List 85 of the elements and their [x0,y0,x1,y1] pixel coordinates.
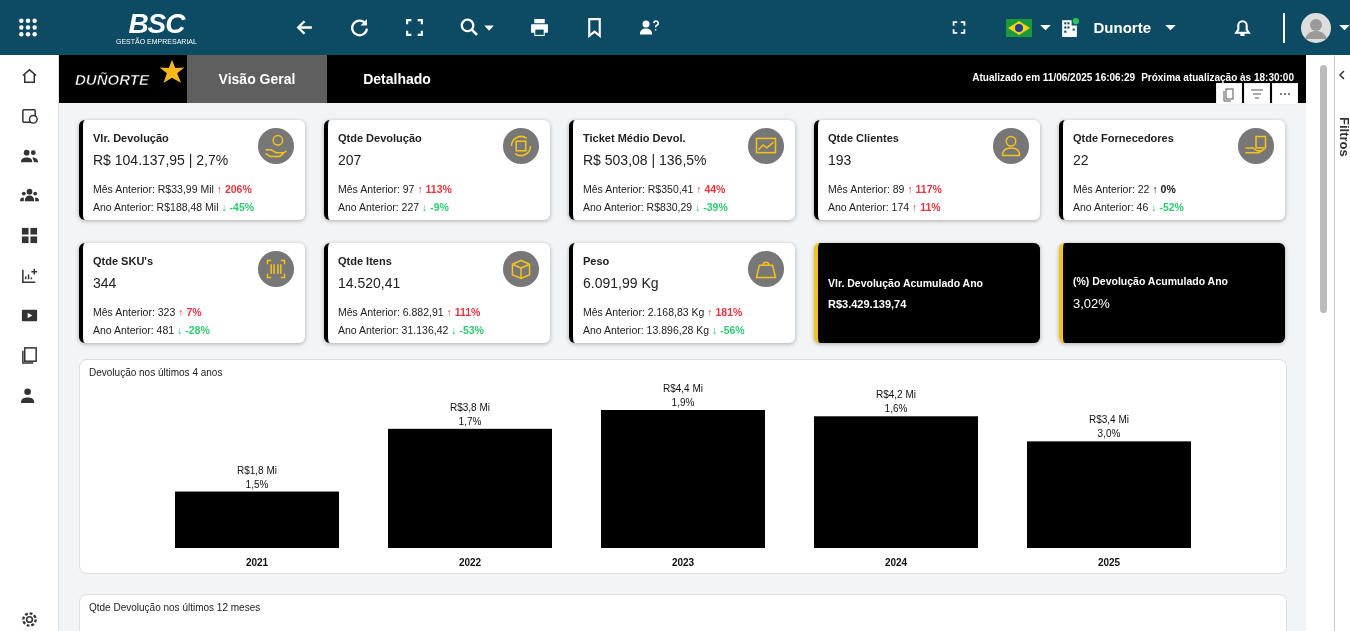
card-value: R$ 503,08 | 136,5% [583,152,707,168]
book-icon[interactable] [19,346,39,365]
card-value: 193 [828,152,853,168]
comparison-text: Ano Anterior: 31.136,42 ↓ -53% [338,324,485,336]
person-icon [992,127,1030,165]
comparison-text: Mês Anterior: 323 ↑ 7% [93,306,203,318]
card-value: 14.520,41 [338,275,401,291]
comparison-text: Ano Anterior: 174 ↑ 11% [828,201,942,213]
card-title: Peso [583,255,611,267]
bar-percent-label: 3,0% [1097,428,1121,440]
chart-plus-icon[interactable] [19,266,39,285]
card-title: Qtde Fornecedores [1073,132,1174,144]
bar-percent-label: 1,9% [671,397,695,408]
calendar-clock-icon[interactable] [19,106,39,125]
card-title: Vlr. Devolução Acumulado Ano [828,276,984,289]
comparison-text: Mês Anterior: 97 ↑ 113% [338,183,453,195]
bar-value-label: R$1,8 Mi [237,464,277,476]
bar-percent-label: 1,7% [458,415,482,427]
barcode-icon [257,250,295,288]
card-title: Qtde Clientes [828,132,899,144]
filters-label[interactable]: Filtros [1337,117,1350,157]
brazil-flag-icon[interactable] [1005,18,1032,37]
brand-logo: DUÑORTE [59,55,187,103]
card-title: Qtde Itens [338,255,393,267]
comparison-text: Mês Anterior: 2.168,83 Kg ↑ 181% [583,306,744,318]
settings-icon[interactable] [19,610,39,629]
bar-value-label: R$3,8 Mi [450,401,490,413]
box-icon [502,250,540,288]
card-value: 207 [338,152,363,168]
print-icon[interactable] [528,17,550,38]
comparison-text: Ano Anterior: R$188,48 Mil ↓ -45% [93,201,256,213]
notification-bell-icon[interactable] [1232,17,1253,38]
card-title: Ticket Médio Devol. [583,132,687,144]
comparison-text: Mês Anterior: 22 ↑ 0% [1073,183,1177,195]
card-title: (%) Devolução Acumulado Ano [1073,275,1229,287]
money-hand-icon [257,127,295,165]
company-selector[interactable]: Dunorte [1087,19,1157,36]
comparison-text: Mês Anterior: 6.882,91 ↑ 111% [338,306,482,318]
comparison-text: Ano Anterior: 481 ↓ -28% [93,324,211,336]
chevron-icon[interactable] [1338,70,1346,80]
scrollbar-thumb[interactable] [1320,65,1327,313]
refresh-icon[interactable] [348,17,370,38]
bar-value-label: R$3,4 Mi [1089,414,1129,426]
card-value: 22 [1073,152,1090,168]
card-value: 6.091,99 Kg [583,275,659,291]
caret-icon[interactable] [1165,24,1176,31]
comparison-text: Mês Anterior: 89 ↑ 117% [828,183,943,195]
fullscreen-icon[interactable] [403,17,425,38]
card-title: Qtde SKU's [93,255,154,267]
user-avatar-icon[interactable] [1283,12,1331,43]
card-title: Qtde Devolução [338,132,422,144]
caret-icon[interactable] [1039,24,1051,31]
bar-percent-label: 1,6% [884,403,908,415]
last-updated-text: Atualizado em 11/06/2025 16:06:29 [972,71,1136,83]
comparison-text: Ano Anterior: 227 ↓ -9% [338,201,450,213]
card-value: R$ 104.137,95 | 2,7% [93,152,229,168]
x-axis-label: 2025 [1097,557,1121,568]
bar-percent-label: 1,5% [245,478,269,490]
card-value: 344 [93,275,118,291]
x-axis-label: 2024 [884,557,908,568]
comparison-text: Mês Anterior: R$33,99 Mil ↑ 206% [93,183,253,195]
chart-title: Qtde Devolução nos últimos 12 meses [88,601,262,613]
ticket-chart-icon [747,127,785,165]
report-tab[interactable]: Visão Geral [187,55,327,103]
search-icon[interactable] [458,17,495,38]
card-title: Vlr. Devolução [93,132,170,144]
weight-icon [747,250,785,288]
comparison-text: Ano Anterior: 46 ↓ -52% [1073,201,1185,213]
x-axis-label: 2022 [458,557,482,568]
bar-value-label: R$4,4 Mi [663,383,703,394]
chart-title: Devolução nos últimos 4 anos [88,366,224,378]
card-value: 3,02% [1073,296,1111,311]
caret-icon[interactable] [1339,24,1350,31]
next-update-text: Próxima atualização às 18:30:00 [1141,71,1294,83]
dashboard-icon[interactable] [19,226,39,245]
card-value: R$3.429.139,74 [828,297,908,310]
bar-value-label: R$4,2 Mi [876,389,916,401]
hand-box-icon [1237,127,1275,165]
box-cycle-icon [502,127,540,165]
comparison-text: Mês Anterior: R$350,41 ↑ 44% [583,183,727,195]
x-axis-label: 2021 [245,557,269,568]
comparison-text: Ano Anterior: R$830,29 ↓ -39% [583,201,729,213]
x-axis-label: 2023 [671,557,695,568]
comparison-text: Ano Anterior: 13.896,28 Kg ↓ -56% [583,324,746,336]
apps-grid-icon[interactable] [18,17,38,38]
